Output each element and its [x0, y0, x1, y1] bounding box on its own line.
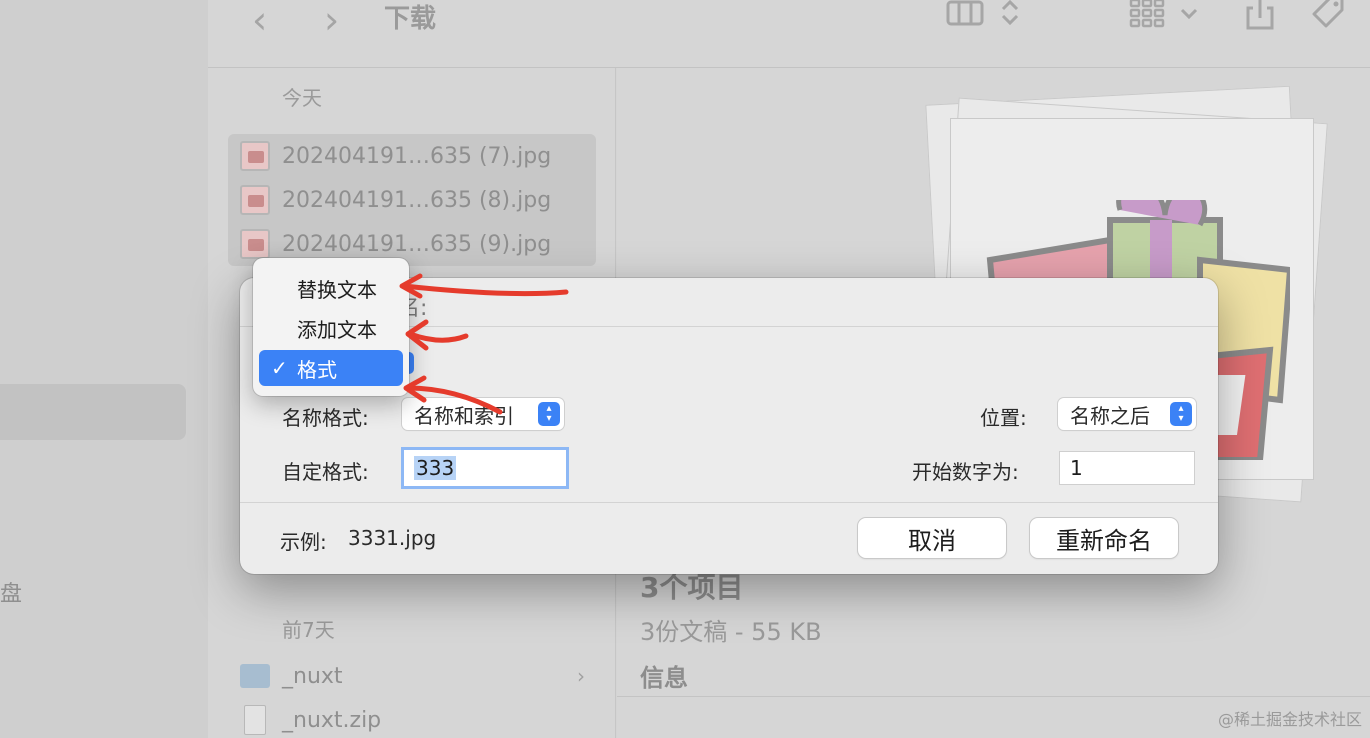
menu-item-label: 格式 — [297, 357, 337, 382]
sort-stepper-icon[interactable] — [998, 0, 1022, 32]
name-format-label: 名称格式: — [282, 406, 369, 430]
view-columns-icon[interactable] — [946, 0, 986, 32]
checkmark-icon: ✓ — [271, 356, 288, 380]
mode-dropdown-menu: 替换文本 添加文本 ✓ 格式 — [253, 258, 409, 396]
example-label: 示例: — [280, 530, 327, 554]
file-name: 202404191…635 (8).jpg — [282, 187, 552, 213]
rename-button[interactable]: 重新命名 — [1030, 518, 1178, 558]
file-name: _nuxt.zip — [282, 707, 382, 733]
section-today: 今天 — [282, 86, 322, 110]
file-row[interactable]: 202404191…635 (7).jpg — [240, 134, 551, 178]
watermark: @稀土掘金技术社区 — [1217, 710, 1362, 729]
share-icon[interactable] — [1240, 0, 1280, 32]
finder-sidebar: 盘 — [0, 0, 208, 738]
chevron-right-icon[interactable]: › — [577, 664, 585, 688]
position-popup[interactable]: 名称之后 ▴ ▾ — [1058, 398, 1196, 430]
file-name: 202404191…635 (9).jpg — [282, 231, 552, 257]
menu-item-add-text[interactable]: 添加文本 — [259, 310, 403, 346]
zip-icon — [244, 705, 266, 735]
image-thumbnail-icon — [240, 141, 270, 171]
chevron-down-icon[interactable] — [1178, 0, 1200, 32]
preview-summary: 3份文稿 - 55 KB — [640, 618, 822, 646]
name-format-popup[interactable]: 名称和索引 ▴ ▾ — [402, 398, 564, 430]
start-number-label: 开始数字为: — [912, 460, 1019, 484]
forward-button[interactable]: › — [324, 0, 339, 42]
sidebar-disk-label[interactable]: 盘 — [0, 576, 22, 608]
position-label: 位置: — [980, 406, 1027, 430]
custom-format-field[interactable]: 333 — [404, 450, 566, 486]
window-title: 下载 — [384, 4, 437, 34]
file-row[interactable]: _nuxt.zip — [240, 698, 381, 738]
popup-stepper-icon: ▴ ▾ — [1170, 402, 1192, 426]
sidebar-selected-item[interactable] — [0, 384, 186, 440]
image-thumbnail-icon — [240, 185, 270, 215]
custom-format-value: 333 — [414, 456, 457, 480]
position-value: 名称之后 — [1070, 403, 1150, 428]
cancel-button[interactable]: 取消 — [858, 518, 1006, 558]
file-name: 202404191…635 (7).jpg — [282, 143, 552, 169]
menu-item-label: 替换文本 — [297, 277, 377, 302]
image-thumbnail-icon — [240, 229, 270, 259]
grid-view-icon[interactable] — [1128, 0, 1168, 32]
menu-item-replace-text[interactable]: 替换文本 — [259, 270, 403, 306]
file-row[interactable]: 202404191…635 (8).jpg — [240, 178, 551, 222]
name-format-value: 名称和索引 — [414, 403, 514, 428]
example-value: 3331.jpg — [348, 526, 437, 550]
start-number-field[interactable]: 1 — [1060, 452, 1194, 484]
back-button[interactable]: ‹ — [252, 0, 267, 42]
tag-icon[interactable] — [1308, 0, 1348, 32]
finder-toolbar: ‹ › 下载 — [208, 0, 1370, 68]
section-past-7-days: 前7天 — [282, 618, 335, 642]
custom-format-label: 自定格式: — [282, 460, 369, 484]
popup-stepper-icon: ▴ ▾ — [538, 402, 560, 426]
menu-item-label: 添加文本 — [297, 317, 377, 342]
dialog-divider — [240, 502, 1218, 503]
start-number-value: 1 — [1070, 456, 1083, 480]
preview-info-header: 信息 — [640, 664, 688, 692]
file-name: _nuxt — [282, 663, 343, 689]
file-row[interactable]: _nuxt — [240, 654, 343, 698]
folder-icon — [240, 664, 270, 688]
menu-item-format[interactable]: ✓ 格式 — [259, 350, 403, 386]
preview-divider — [617, 696, 1370, 697]
